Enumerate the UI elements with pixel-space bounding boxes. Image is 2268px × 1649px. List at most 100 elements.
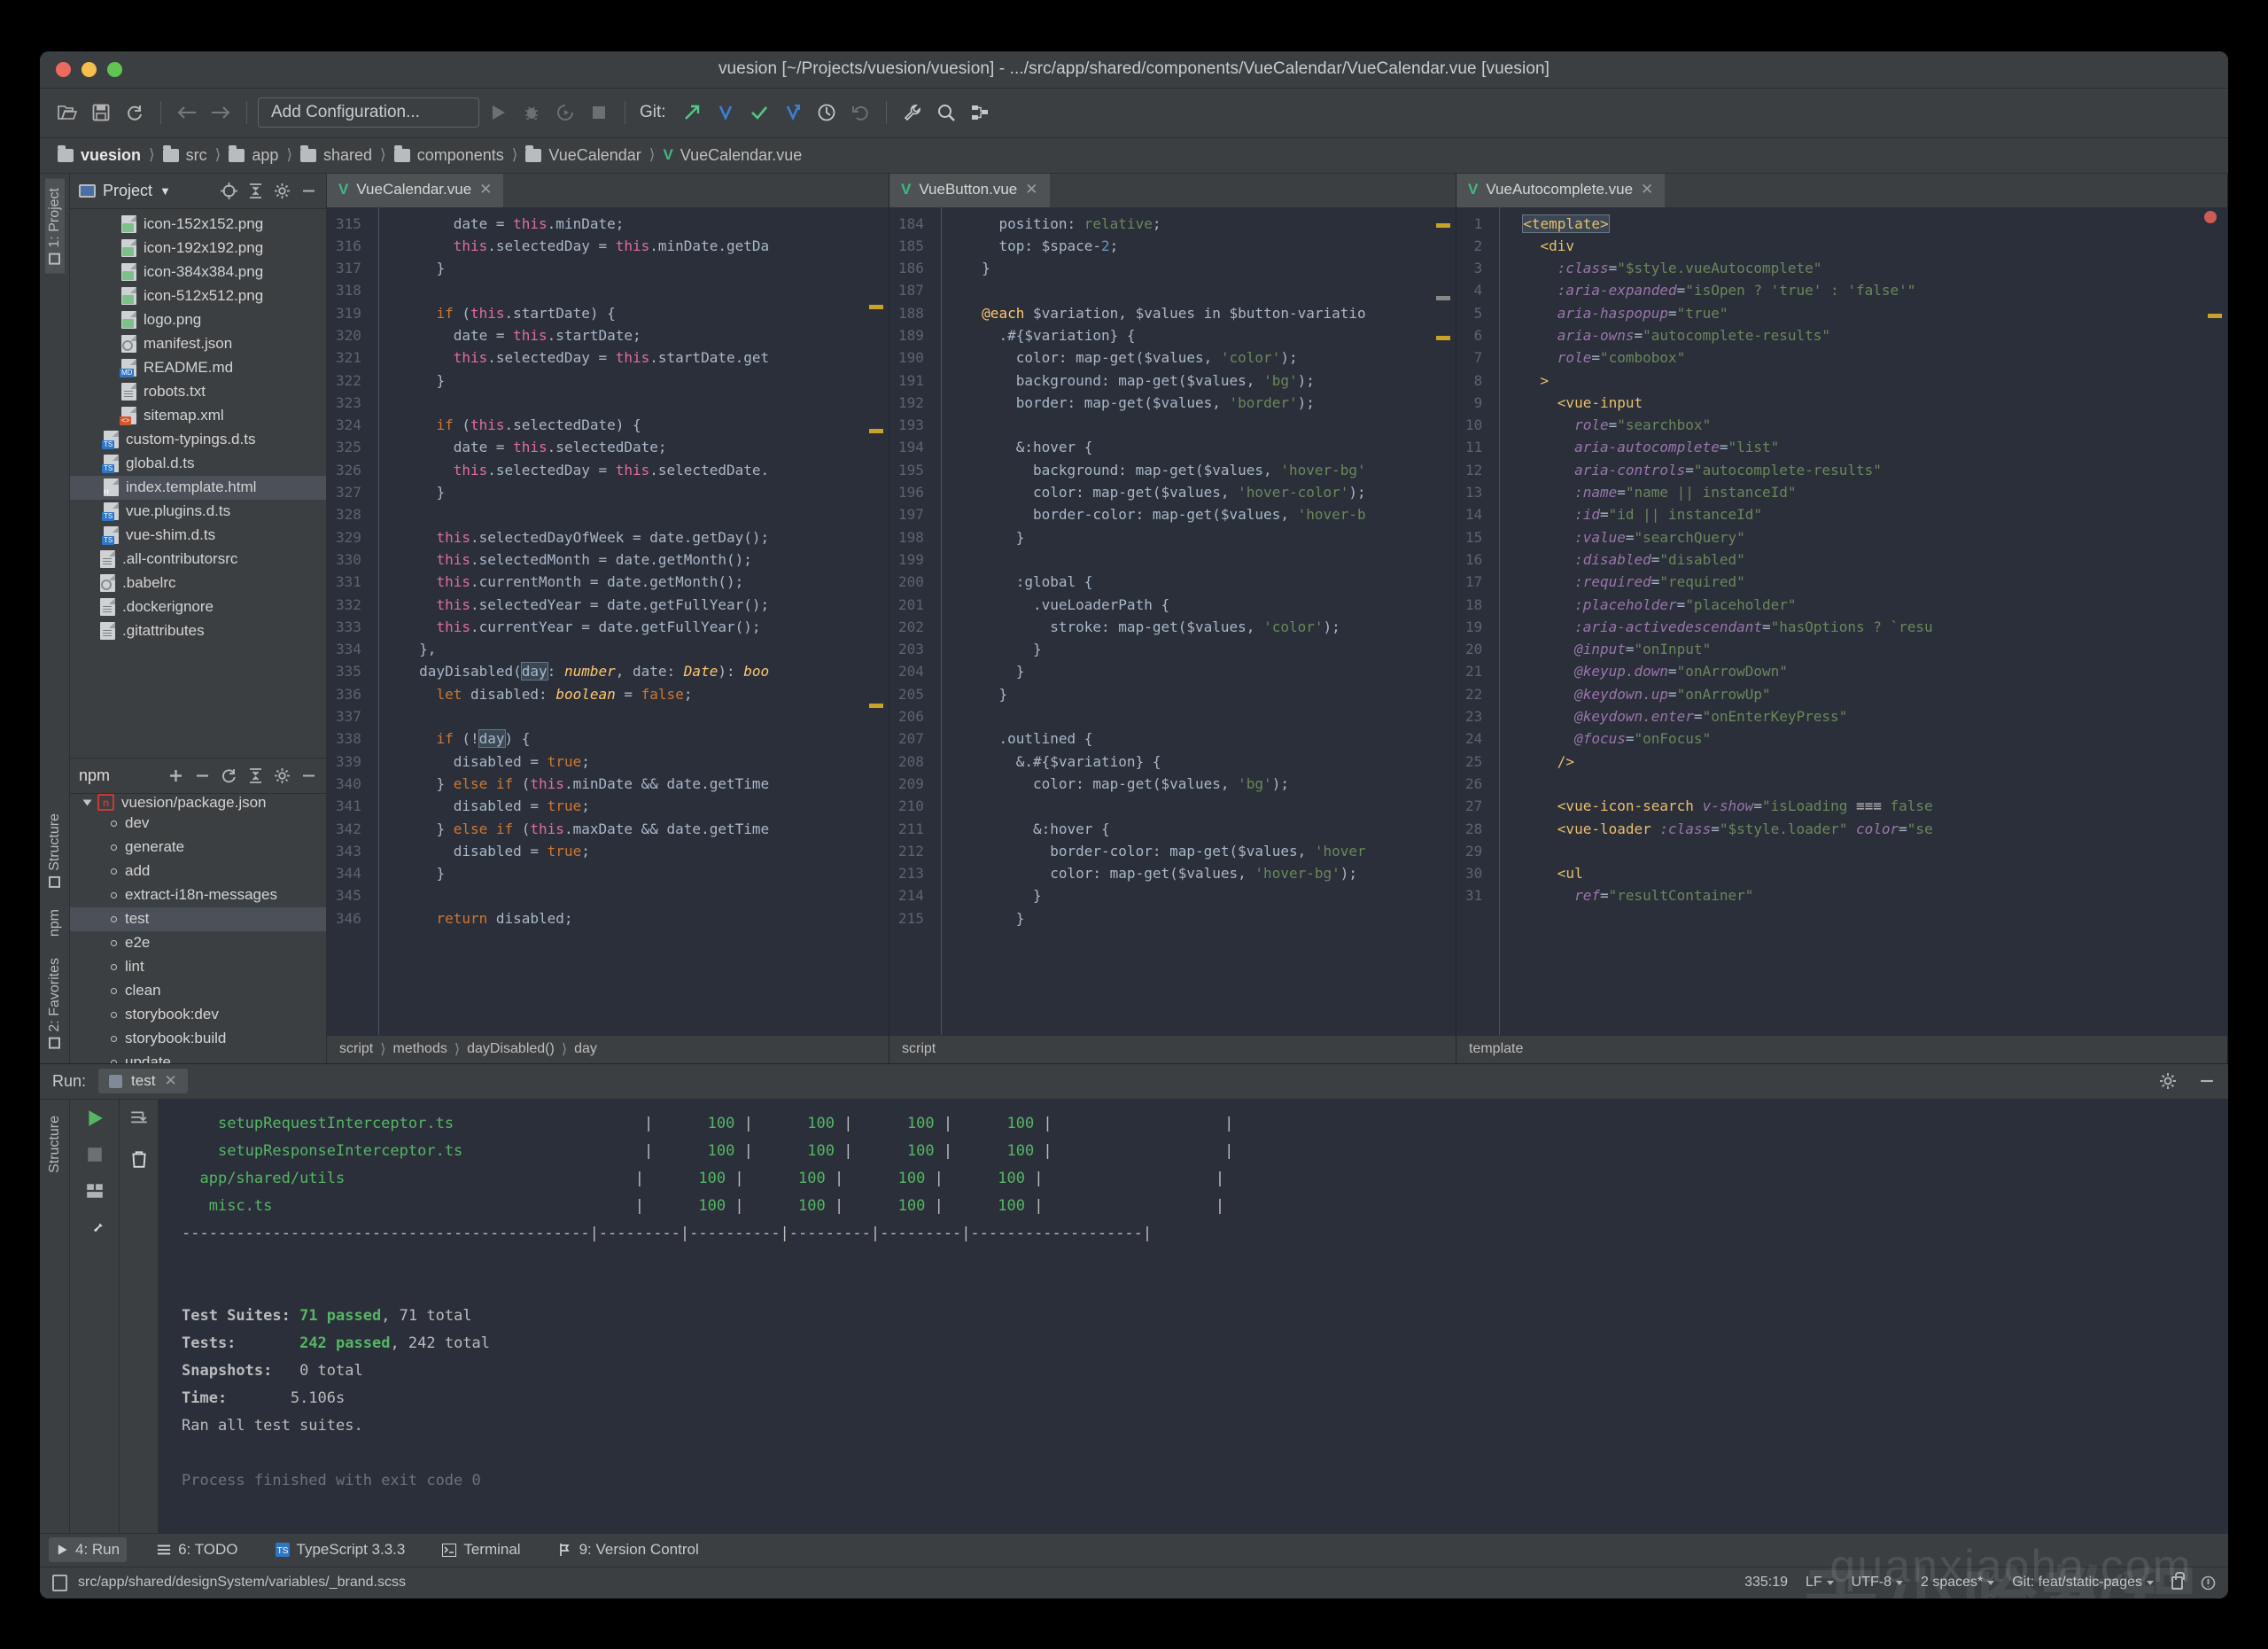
code-line[interactable]: .vueLoaderPath {	[965, 594, 1456, 616]
run-left-rail[interactable]: Structure	[40, 1099, 70, 1533]
code-line[interactable]: :aria-activedescendant="hasOptions ? `re…	[1523, 616, 2227, 638]
code-line[interactable]: }	[965, 683, 1456, 705]
stop-icon[interactable]	[584, 97, 614, 128]
code-line[interactable]: aria-controls="autocomplete-results"	[1523, 459, 2227, 481]
debug-icon[interactable]	[517, 97, 547, 128]
code-line[interactable]: }	[965, 526, 1456, 548]
npm-script-item[interactable]: storybook:build	[70, 1027, 326, 1051]
code-line[interactable]: :aria-expanded="isOpen ? 'true' : 'false…	[1523, 279, 2227, 301]
tree-item[interactable]: Hindex.template.html	[70, 475, 326, 500]
fold-gutter-3[interactable]	[1486, 206, 1513, 1035]
rail-tab-structure-2[interactable]: Structure	[45, 1107, 65, 1182]
left-tool-rail[interactable]: 1: Project Structure npm 2: Favorites	[40, 173, 70, 1063]
code-line[interactable]: :class="$style.vueAutocomplete"	[1523, 257, 2227, 279]
code-line[interactable]: <ul	[1523, 862, 2227, 884]
code-line[interactable]: ref="resultContainer"	[1523, 884, 2227, 906]
run-tab-test[interactable]: test ✕	[98, 1069, 188, 1093]
tool-window-version-control[interactable]: 9: Version Control	[551, 1537, 706, 1562]
code-line[interactable]: @each $variation, $values in $button-var…	[965, 302, 1456, 324]
code-line[interactable]: :value="searchQuery"	[1523, 526, 2227, 548]
code-line[interactable]: this.selectedDay = this.selectedDate.	[402, 459, 889, 481]
run-configuration-selector[interactable]: Add Configuration...	[258, 97, 479, 128]
tree-item[interactable]: <> sitemap.xml	[70, 404, 326, 428]
npm-script-item[interactable]: e2e	[70, 931, 326, 955]
undo-icon[interactable]	[845, 97, 875, 128]
code-line[interactable]: top: $space-2;	[965, 235, 1456, 257]
code-line[interactable]: position: relative;	[965, 213, 1456, 235]
code-line[interactable]: this.currentYear = date.getFullYear();	[402, 616, 889, 638]
run-tool-window[interactable]: Run: test ✕ Structure setupRequestInterc…	[40, 1062, 2228, 1533]
close-icon[interactable]: ✕	[1025, 181, 1037, 198]
run-hide-icon[interactable]	[2198, 1072, 2216, 1090]
code-content-3[interactable]: <template> <div :class="$style.vueAutoco…	[1512, 207, 2227, 1035]
code-line[interactable]: :required="required"	[1523, 571, 2227, 593]
code-line[interactable]: aria-owns="autocomplete-results"	[1523, 324, 2227, 346]
tool-window-terminal[interactable]: Terminal	[435, 1537, 527, 1562]
pin-icon[interactable]	[85, 1218, 105, 1238]
breadcrumb-item-components[interactable]: components	[391, 144, 508, 165]
breadcrumb-item-shared[interactable]: shared	[297, 144, 376, 165]
tree-item[interactable]: robots.txt	[70, 380, 326, 404]
run-scroll-gutter[interactable]	[120, 1099, 159, 1533]
code-line[interactable]: <div	[1523, 235, 2227, 257]
tool-window-run[interactable]: 4: Run	[49, 1537, 128, 1562]
expand-icon[interactable]	[247, 767, 264, 784]
lock-icon[interactable]	[2171, 1571, 2185, 1590]
coverage-icon[interactable]	[550, 97, 580, 128]
tree-item[interactable]: TS vue.plugins.d.ts	[70, 500, 326, 524]
tree-item[interactable]: logo.png	[70, 308, 326, 332]
tool-window-bar[interactable]: 4: Run 6: TODO TS TypeScript 3.3.3 Termi…	[40, 1532, 2228, 1567]
editor-vuecalendar[interactable]: V VueCalendar.vue ✕ 315 316 317 318 319 320 32…	[327, 173, 889, 1063]
code-line[interactable]: :disabled="disabled"	[1523, 548, 2227, 571]
run-icon[interactable]	[483, 97, 513, 128]
code-line[interactable]	[965, 705, 1456, 727]
code-line[interactable]	[402, 705, 889, 727]
crumb[interactable]: dayDisabled()	[467, 1041, 555, 1057]
code-line[interactable]: aria-haspopup="true"	[1523, 302, 2227, 324]
code-line[interactable]: }	[965, 660, 1456, 682]
status-bar[interactable]: src/app/shared/designSystem/variables/_b…	[40, 1566, 2228, 1598]
code-line[interactable]: date = this.selectedDate;	[402, 436, 889, 458]
tree-item[interactable]: .all-contributorsrc	[70, 548, 326, 572]
project-panel-actions[interactable]	[221, 182, 317, 199]
remove-icon[interactable]	[194, 767, 211, 784]
code-line[interactable]: },	[402, 638, 889, 660]
code-line[interactable]: <vue-loader :class="$style.loader" color…	[1523, 818, 2227, 840]
code-line[interactable]: role="searchbox"	[1523, 414, 2227, 436]
code-line[interactable]: let disabled: boolean = false;	[402, 683, 889, 705]
sync-icon[interactable]	[120, 97, 150, 128]
code-line[interactable]: @input="onInput"	[1523, 638, 2227, 660]
code-line[interactable]: @focus="onFocus"	[1523, 727, 2227, 750]
save-icon[interactable]	[86, 97, 116, 128]
tree-item[interactable]: .babelrc	[70, 572, 326, 595]
close-icon[interactable]: ✕	[1641, 181, 1653, 198]
refresh-icon[interactable]	[221, 767, 237, 784]
wrench-icon[interactable]	[897, 97, 928, 128]
collapse-all-icon[interactable]	[247, 183, 264, 199]
code-line[interactable]: }	[402, 257, 889, 279]
tree-item[interactable]: .dockerignore	[70, 595, 326, 619]
editor-breadcrumb-1[interactable]: script ⟩ methods ⟩ dayDisabled() ⟩ day	[327, 1034, 889, 1063]
code-line[interactable]: &:hover {	[965, 436, 1456, 458]
branch-wrap[interactable]: Git: feat/static-pages	[2012, 1575, 2154, 1591]
code-line[interactable]: border-color: map-get($values, 'hover	[965, 840, 1456, 862]
rerun-icon[interactable]	[85, 1108, 105, 1128]
code-line[interactable]: } else if (this.maxDate && date.getTime	[402, 818, 889, 840]
error-indicator-icon[interactable]	[2204, 210, 2217, 223]
code-content-2[interactable]: position: relative; top: $space-2; } @ea…	[954, 207, 1456, 1035]
tree-item[interactable]: icon-192x192.png	[70, 237, 326, 261]
tool-window-typescript[interactable]: TS TypeScript 3.3.3	[268, 1537, 413, 1562]
locate-icon[interactable]	[221, 182, 237, 199]
code-line[interactable]	[965, 414, 1456, 436]
code-line[interactable]: this.currentMonth = date.getMonth();	[402, 571, 889, 593]
code-line[interactable]: if (!day) {	[402, 727, 889, 750]
tab-vueautocomplete-vue[interactable]: V VueAutocomplete.vue ✕	[1456, 173, 1666, 207]
crumb[interactable]: script	[902, 1041, 936, 1057]
code-line[interactable]: >	[1523, 369, 2227, 392]
encoding-wrap[interactable]: UTF-8	[1852, 1575, 1903, 1591]
code-line[interactable]: }	[965, 257, 1456, 279]
code-line[interactable]: this.selectedMonth = date.getMonth();	[402, 548, 889, 571]
npm-panel-actions[interactable]	[167, 767, 317, 784]
code-line[interactable]: }	[965, 884, 1456, 906]
breadcrumb-item-src[interactable]: src	[159, 144, 211, 165]
